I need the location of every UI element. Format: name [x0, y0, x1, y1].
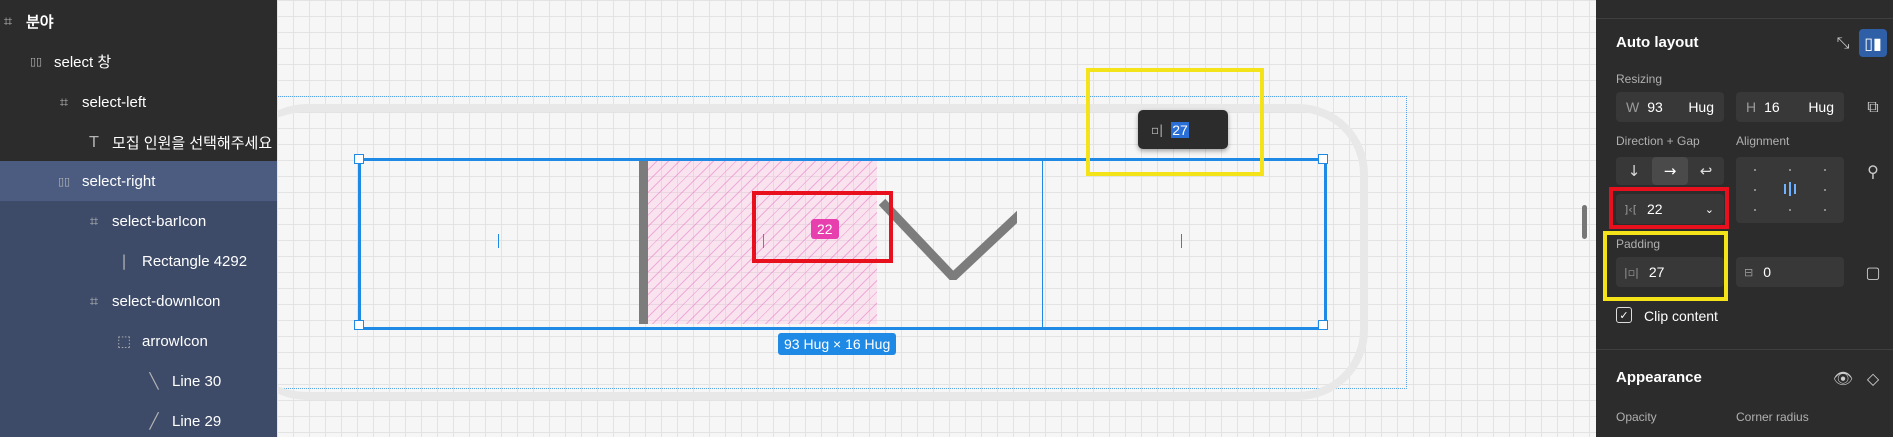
- vertical-padding-value: 0: [1763, 264, 1772, 280]
- layer-label: Line 30: [172, 372, 222, 390]
- frame-icon: ⌗: [59, 93, 69, 111]
- autolayout-icon: ▯▯: [57, 174, 71, 188]
- layer-row-select-left[interactable]: ⌗ select-left: [0, 82, 277, 122]
- height-value: 16: [1764, 99, 1780, 115]
- direction-gap-label: Direction + Gap: [1616, 134, 1700, 148]
- design-canvas[interactable]: 22 ▫| 27 93 Hug × 16 Hug: [277, 0, 1596, 437]
- padding-divider: [1042, 158, 1043, 327]
- width-mode: Hug: [1688, 99, 1714, 115]
- direction-selector[interactable]: ↓ → ↩: [1616, 157, 1724, 185]
- frame-icon: ⌗: [89, 292, 99, 310]
- line-icon: ╱: [149, 412, 159, 430]
- frame-icon: ⌗: [3, 12, 13, 30]
- layer-label: select 창: [54, 53, 112, 71]
- layer-label: Rectangle 4292: [142, 252, 248, 270]
- layer-row-arrowicon[interactable]: ⬚ arrowIcon: [0, 321, 277, 361]
- layer-label: 분야: [26, 13, 54, 31]
- advanced-settings-icon[interactable]: ⚲: [1859, 157, 1887, 185]
- dimensions-label: 93 Hug × 16 Hug: [778, 333, 897, 355]
- layer-row-line-30[interactable]: ╲ Line 30: [0, 361, 277, 401]
- padding-tooltip-value: 27: [1171, 121, 1189, 138]
- section-divider: [1596, 349, 1893, 350]
- corner-radius-label: Corner radius: [1736, 410, 1809, 424]
- layer-label: 모집 인원을 선택해주세요: [112, 134, 273, 152]
- layer-label: arrowIcon: [142, 332, 208, 350]
- properties-panel: Auto layout ⤡ ▯▮ Resizing W 93 Hug H 16 …: [1596, 0, 1893, 437]
- resize-handle-top-left[interactable]: [354, 154, 364, 164]
- gap-field-highlight: [1609, 187, 1729, 229]
- line-icon: ╲: [149, 372, 159, 390]
- clip-content-label: Clip content: [1644, 308, 1718, 324]
- width-field[interactable]: W 93 Hug: [1616, 92, 1724, 122]
- direction-vertical-icon[interactable]: ↓: [1616, 157, 1652, 185]
- auto-layout-title: Auto layout: [1616, 34, 1699, 51]
- blend-mode-icon[interactable]: ◇: [1859, 364, 1887, 392]
- resize-handle-bottom-right[interactable]: [1318, 320, 1328, 330]
- padding-indicator-right: [1181, 234, 1182, 248]
- layer-row-line-29[interactable]: ╱ Line 29: [0, 401, 277, 437]
- vertical-padding-icon: ⊟: [1744, 265, 1754, 279]
- group-icon: ⬚: [116, 332, 132, 350]
- frame-icon: ⌗: [89, 212, 99, 230]
- layer-row-text[interactable]: T 모집 인원을 선택해주세요: [0, 122, 277, 162]
- height-field[interactable]: H 16 Hug: [1736, 92, 1844, 122]
- rectangle-icon: |: [121, 252, 127, 270]
- layer-row-select-right[interactable]: ▯▯ select-right: [0, 161, 277, 201]
- gap-value-badge: 22: [811, 219, 839, 239]
- canvas-scrollbar[interactable]: [1582, 205, 1587, 239]
- layer-row-select-baricon[interactable]: ⌗ select-barIcon: [0, 201, 277, 241]
- section-divider: [1596, 18, 1893, 19]
- opacity-label: Opacity: [1616, 410, 1657, 424]
- collapse-icon[interactable]: ⤡: [1829, 29, 1857, 57]
- direction-wrap-icon[interactable]: ↩: [1688, 157, 1724, 185]
- autolayout-toggle-icon[interactable]: ▯▮: [1859, 29, 1887, 57]
- resize-handle-top-right[interactable]: [1318, 154, 1328, 164]
- padding-tooltip: ▫| 27: [1138, 110, 1228, 149]
- vertical-padding-field[interactable]: ⊟ 0: [1736, 257, 1844, 287]
- width-value: 93: [1647, 99, 1663, 115]
- individual-padding-icon[interactable]: ▢: [1859, 258, 1887, 286]
- padding-icon: ▫|: [1151, 122, 1164, 137]
- layer-row-select-window[interactable]: ▯▯ select 창: [0, 41, 277, 81]
- alignment-label: Alignment: [1736, 134, 1790, 148]
- eye-icon[interactable]: 👁: [1829, 364, 1857, 392]
- height-mode: Hug: [1808, 99, 1834, 115]
- direction-horizontal-icon[interactable]: →: [1652, 157, 1688, 185]
- autolayout-icon: ▯▯: [29, 54, 43, 68]
- padding-indicator-left: [498, 234, 499, 248]
- text-icon: T: [89, 133, 99, 151]
- alignment-grid[interactable]: [1736, 157, 1844, 223]
- layer-label: Line 29: [172, 412, 222, 430]
- resize-handle-bottom-left[interactable]: [354, 320, 364, 330]
- layer-row-rectangle[interactable]: | Rectangle 4292: [0, 241, 277, 281]
- padding-field-highlight: [1603, 231, 1728, 301]
- layer-label: select-barIcon: [112, 212, 207, 230]
- width-prefix: W: [1626, 99, 1640, 115]
- layers-panel: ⌗ 분야 ▯▯ select 창 ⌗ select-left T 모집 인원을 …: [0, 0, 277, 437]
- layer-label: select-left: [82, 93, 147, 111]
- layer-label: select-right: [82, 172, 156, 190]
- layer-row-bunya[interactable]: ⌗ 분야: [0, 1, 277, 41]
- resize-to-fit-icon[interactable]: ⧉: [1859, 93, 1887, 121]
- layer-row-select-downicon[interactable]: ⌗ select-downIcon: [0, 281, 277, 321]
- height-prefix: H: [1746, 99, 1757, 115]
- resizing-label: Resizing: [1616, 72, 1663, 86]
- appearance-title: Appearance: [1616, 369, 1702, 386]
- clip-content-checkbox[interactable]: ✓: [1616, 307, 1632, 323]
- layer-label: select-downIcon: [112, 292, 221, 310]
